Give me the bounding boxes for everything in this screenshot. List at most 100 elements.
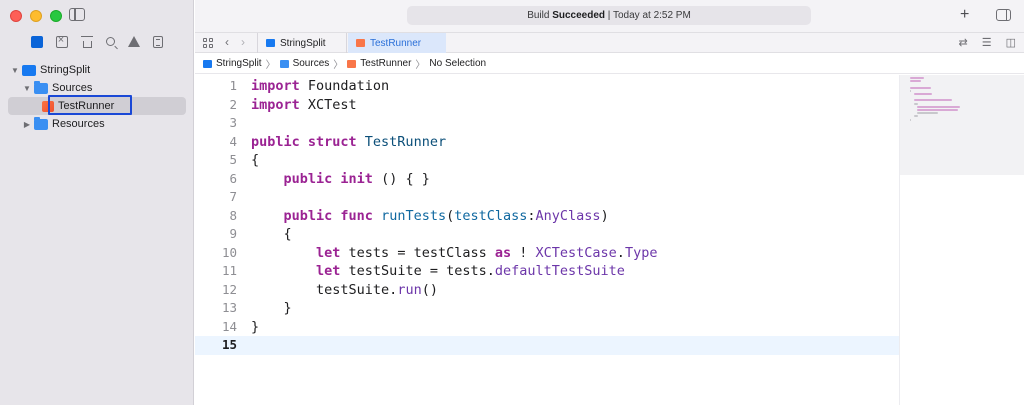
selection-highlight <box>48 95 132 115</box>
minimap-line <box>913 102 919 105</box>
chevron-down-icon[interactable]: ▼ <box>22 84 32 93</box>
close-window-button[interactable] <box>10 10 22 22</box>
code-line[interactable]: let testSuite = tests.defaultTestSuite <box>251 262 899 281</box>
warning-icon[interactable] <box>128 36 141 47</box>
breadcrumb-item[interactable]: TestRunner <box>360 58 411 69</box>
hierarchy-icon[interactable] <box>80 36 93 48</box>
search-icon[interactable] <box>106 37 116 46</box>
editor-options: ⇄ ☰ ◫ <box>959 36 1017 49</box>
code-line[interactable]: testSuite.run() <box>251 281 899 300</box>
line-number: 13 <box>221 300 237 315</box>
code-line[interactable]: } <box>251 299 899 318</box>
adjust-editor-icon[interactable]: ☰ <box>982 36 992 49</box>
code-line[interactable]: import XCTest <box>251 96 899 115</box>
source-control-icon[interactable] <box>55 34 68 48</box>
breadcrumb-item[interactable]: Sources <box>293 58 330 69</box>
chevron-down-icon[interactable]: ▼ <box>10 66 20 75</box>
folder-icon[interactable] <box>30 36 43 48</box>
code-token: } <box>251 318 260 335</box>
tab-testrunner[interactable]: TestRunner <box>348 33 446 53</box>
minimap[interactable] <box>899 75 1024 405</box>
code-token: runTests <box>381 207 447 224</box>
tree-item-testrunner[interactable]: TestRunner <box>8 95 186 115</box>
back-arrow-icon[interactable]: ‹ <box>225 35 229 49</box>
zoom-window-button[interactable] <box>50 10 62 22</box>
minimap-viewport[interactable] <box>900 75 1024 175</box>
code-line[interactable]: import Foundation <box>251 77 899 96</box>
line-number: 12 <box>221 281 237 297</box>
code-token: AnyClass <box>535 207 601 224</box>
line-number: 7 <box>229 189 237 204</box>
code-area[interactable]: import Foundation import XCTest public str… <box>251 77 899 355</box>
line-number: 3 <box>229 115 237 130</box>
line-number: 9 <box>229 226 237 241</box>
code-token: tests = testClass <box>348 244 495 261</box>
minimap-line <box>917 109 958 111</box>
code-line[interactable]: let tests = testClass as ! XCTestCase.Ty… <box>251 244 899 263</box>
line-number-gutter: 1 2 3 4 5 6 7 8 9 10 11 12 13 14 15 <box>195 77 243 355</box>
swift-file-icon <box>347 59 357 68</box>
chevron-right-icon: 〉 <box>265 60 276 71</box>
swift-package-icon <box>266 39 275 47</box>
code-token: Type <box>624 244 658 261</box>
swap-icon[interactable]: ⇄ <box>959 36 968 49</box>
code-token: as <box>494 244 520 261</box>
code-line[interactable]: { <box>251 151 899 170</box>
related-items-icon[interactable] <box>203 38 213 48</box>
forward-arrow-icon[interactable]: › <box>241 35 245 49</box>
test-icon[interactable] <box>153 36 164 48</box>
code-token: let <box>316 244 349 261</box>
add-button[interactable]: + <box>960 6 969 24</box>
chevron-right-icon[interactable]: ▶ <box>22 120 32 129</box>
code-token: ) <box>600 207 609 224</box>
breadcrumb: StringSplit 〉 Sources 〉 TestRunner 〉 No … <box>195 54 1024 74</box>
code-token: } <box>251 300 292 316</box>
line-number: 5 <box>229 152 237 167</box>
code-line[interactable]: } <box>251 318 899 337</box>
code-token: . <box>616 244 625 261</box>
tree-item-label: Sources <box>52 82 93 94</box>
window-controls <box>10 10 62 22</box>
code-token: XCTest <box>307 96 357 113</box>
tab-label: StringSplit <box>280 37 326 49</box>
code-line[interactable]: public struct TestRunner <box>251 133 899 152</box>
code-line[interactable] <box>251 336 899 355</box>
breadcrumb-item[interactable]: StringSplit <box>216 58 262 69</box>
code-token: ( <box>446 207 455 224</box>
breadcrumb-item[interactable]: No Selection <box>429 58 486 69</box>
code-line[interactable] <box>251 114 899 133</box>
code-line[interactable]: { <box>251 225 899 244</box>
code-line[interactable] <box>251 188 899 207</box>
code-token: let <box>316 263 349 279</box>
minimize-window-button[interactable] <box>30 10 42 22</box>
build-status-prefix: Build <box>527 10 553 21</box>
code-token: testSuite = tests. <box>348 263 495 279</box>
line-number: 1 <box>229 78 237 93</box>
code-token: () <box>421 281 438 298</box>
build-status[interactable]: Build Succeeded | Today at 2:52 PM <box>407 6 811 25</box>
tree-item-project[interactable]: ▼ StringSplit <box>0 61 194 79</box>
minimap-line <box>917 105 961 108</box>
code-line[interactable]: public func runTests(testClass:AnyClass) <box>251 207 899 226</box>
minimap-line <box>910 89 911 92</box>
folder-icon <box>34 80 48 94</box>
swift-package-icon <box>22 64 36 76</box>
code-token: public struct <box>251 133 365 150</box>
code-token: { <box>251 226 292 242</box>
line-number: 14 <box>221 318 237 334</box>
code-line[interactable]: public init () { } <box>251 170 899 189</box>
line-number: 4 <box>229 133 237 149</box>
split-editor-icon[interactable]: ◫ <box>1006 36 1016 49</box>
source-editor[interactable]: 1 2 3 4 5 6 7 8 9 10 11 12 13 14 15 import Foundation i… <box>195 75 899 405</box>
inspector-toggle-icon[interactable] <box>996 9 1011 21</box>
tab-stringsplit[interactable]: StringSplit <box>257 33 347 53</box>
build-status-result: Succeeded <box>552 10 606 21</box>
swift-file-icon <box>356 39 365 47</box>
editor-tab-bar: ‹ › StringSplit TestRunner ⇄ ☰ ◫ <box>195 32 1024 53</box>
line-number: 10 <box>221 244 237 260</box>
sidebar-toggle-icon[interactable] <box>69 8 85 21</box>
tree-item-resources[interactable]: ▶ Resources <box>0 115 194 133</box>
code-token: public <box>283 170 341 187</box>
